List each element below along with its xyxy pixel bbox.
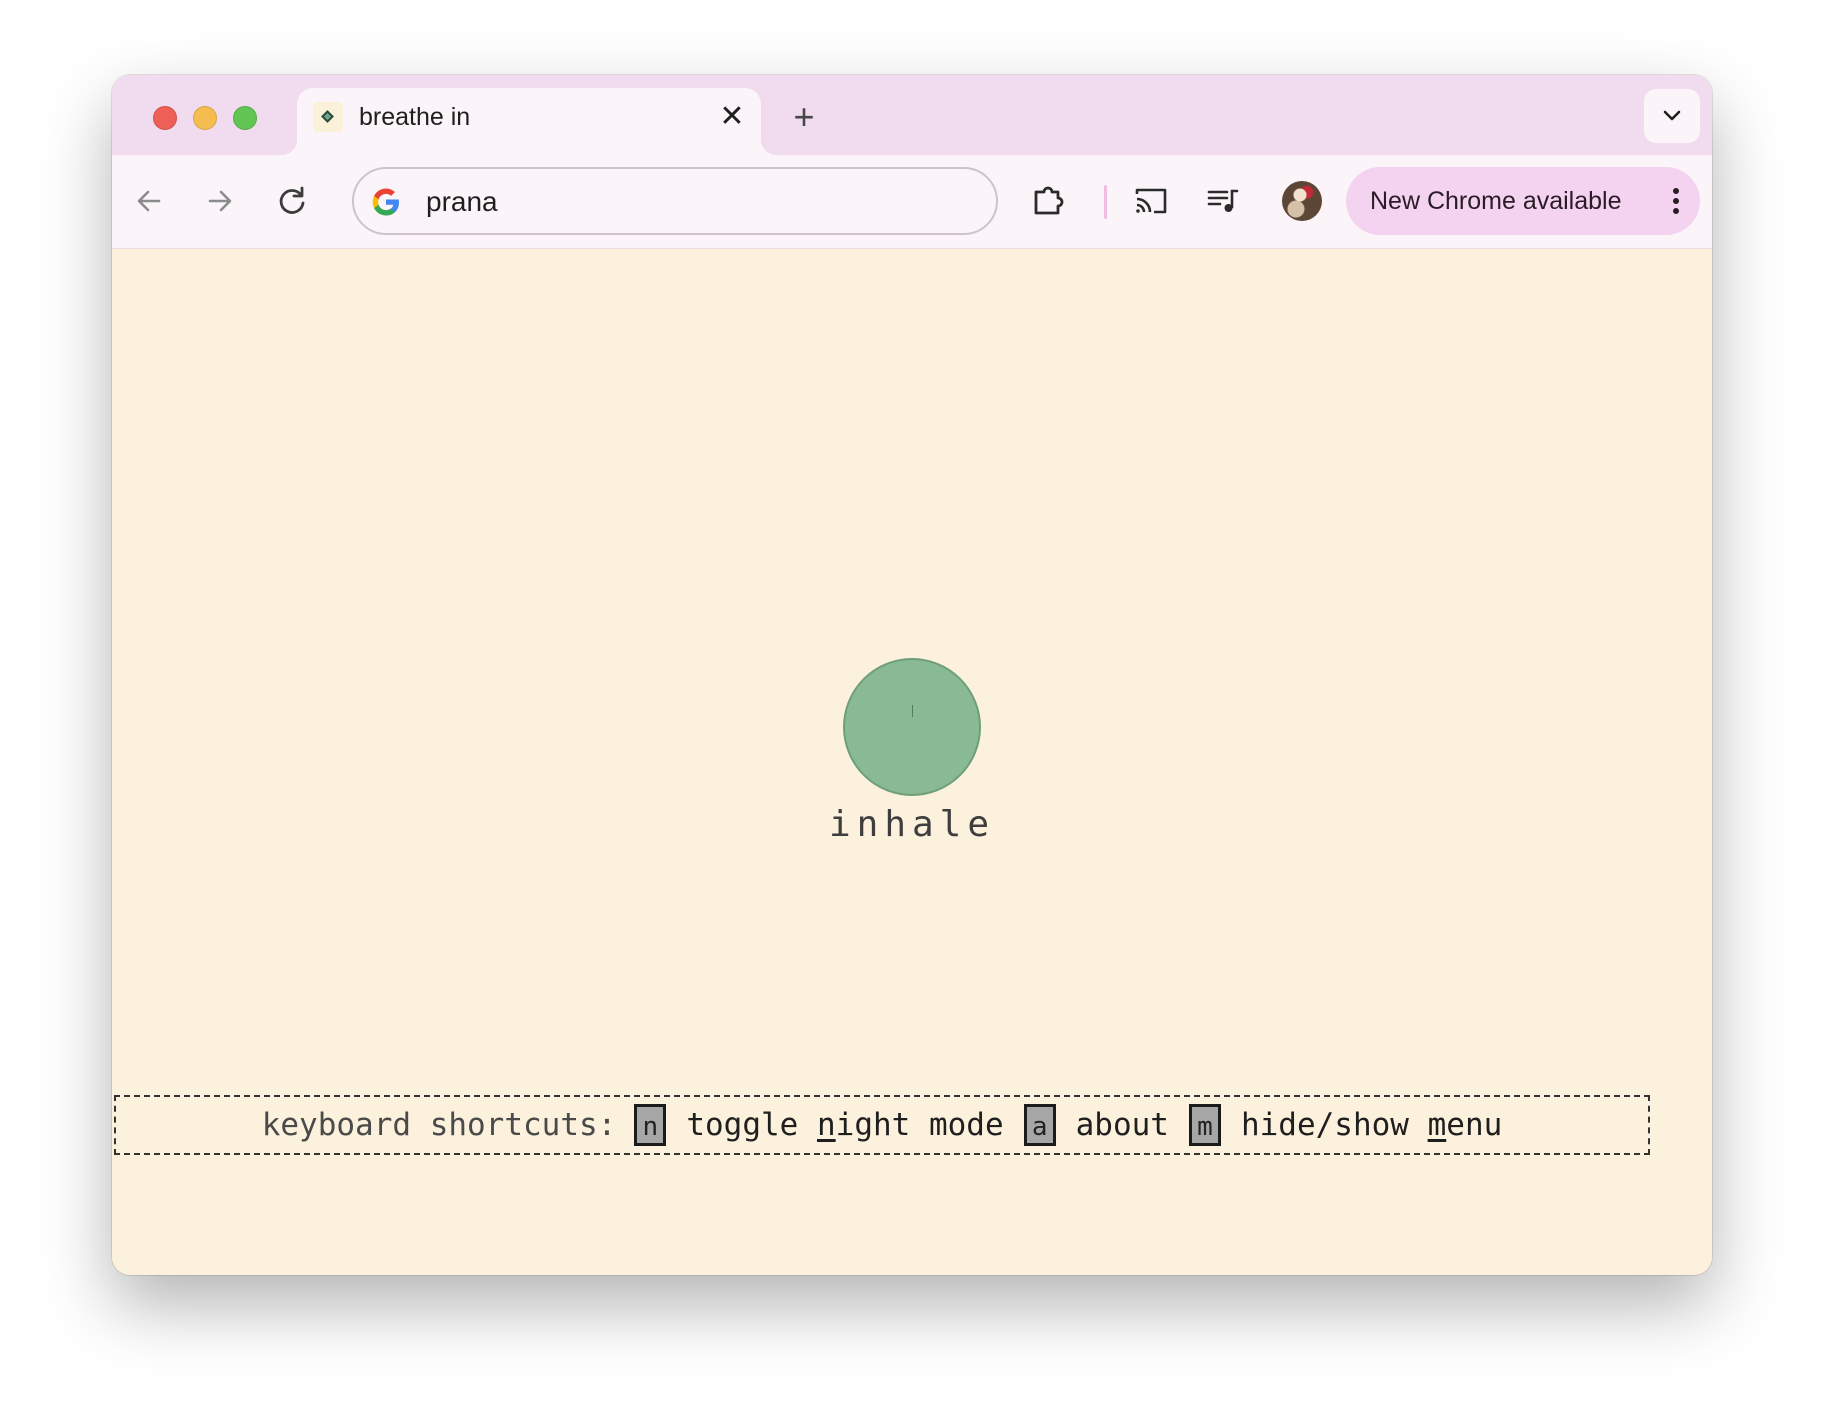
new-tab-button[interactable]: + <box>784 97 824 137</box>
arrow-right-icon <box>208 190 232 212</box>
media-controls-button[interactable] <box>1200 178 1246 224</box>
forward-button[interactable] <box>199 180 241 222</box>
shortcut-menu: hide/show menu <box>1240 1107 1503 1143</box>
browser-toolbar: prana New Chrome available <box>112 155 1712 249</box>
circle-center-mark <box>912 705 913 717</box>
tab-strip: breathe in ✕ + <box>112 75 1712 155</box>
breathing-circle <box>843 658 981 796</box>
extension-puzzle-icon <box>1034 186 1064 215</box>
address-bar[interactable]: prana <box>352 167 998 235</box>
keyboard-shortcuts-bar: keyboard shortcuts: n toggle night mode … <box>114 1095 1650 1155</box>
minimize-window-button[interactable] <box>193 106 217 130</box>
shortcuts-lead: keyboard shortcuts: <box>261 1107 617 1143</box>
tab-breathe-in[interactable]: breathe in ✕ <box>281 88 777 155</box>
tab-search-button[interactable] <box>1644 89 1700 143</box>
more-vert-icon <box>1673 188 1679 214</box>
key-a[interactable]: a <box>1023 1104 1056 1146</box>
key-n[interactable]: n <box>634 1104 667 1146</box>
key-m[interactable]: m <box>1188 1104 1221 1146</box>
tab-title: breathe in <box>359 103 471 131</box>
favicon-icon <box>313 102 343 132</box>
extensions-button[interactable] <box>1084 178 1130 224</box>
page-content: inhale keyboard shortcuts: n toggle nigh… <box>112 249 1712 1275</box>
shortcut-about: about <box>1075 1107 1169 1143</box>
close-tab-icon[interactable]: ✕ <box>717 102 747 132</box>
back-button[interactable] <box>128 180 170 222</box>
extensions-menu-button[interactable] <box>1026 178 1072 224</box>
cast-button[interactable] <box>1128 178 1174 224</box>
browser-window: breathe in ✕ + prana New Chrome availabl… <box>112 75 1712 1275</box>
reload-icon <box>279 186 305 214</box>
breath-phase-label: inhale <box>828 804 996 845</box>
update-chrome-button[interactable]: New Chrome available <box>1346 167 1700 235</box>
maximize-window-button[interactable] <box>233 106 257 130</box>
google-g-icon <box>372 188 399 216</box>
toolbar-separator <box>1104 185 1107 219</box>
reload-button[interactable] <box>271 180 313 222</box>
cast-icon <box>1135 188 1167 214</box>
shortcut-night-mode: toggle night mode <box>686 1107 1004 1143</box>
playlist-music-icon <box>1207 189 1239 212</box>
update-chrome-label: New Chrome available <box>1370 187 1622 215</box>
chevron-down-icon <box>1663 110 1681 121</box>
close-window-button[interactable] <box>153 106 177 130</box>
address-text: prana <box>426 186 498 217</box>
profile-avatar[interactable] <box>1282 181 1322 221</box>
arrow-left-icon <box>137 190 161 212</box>
